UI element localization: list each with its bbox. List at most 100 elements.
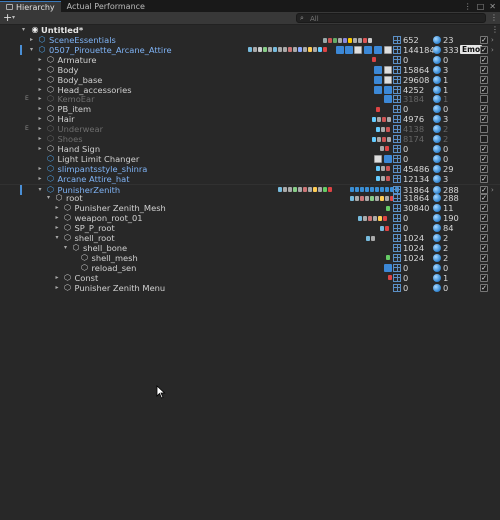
- active-checkbox[interactable]: ✓: [480, 45, 488, 54]
- hierarchy-row-slimpantsstyle-shinra[interactable]: ▸ ⬡ slimpantsstyle_shinra 45486 29 ✓: [0, 164, 500, 174]
- active-checkbox[interactable]: ✓: [480, 273, 488, 282]
- active-checkbox[interactable]: ✓: [480, 154, 488, 163]
- expand-open-icon[interactable]: ▾: [47, 193, 53, 203]
- hierarchy-row-0507-pirouette-arcane-attire[interactable]: ▾ ⬡ 0507_Pirouette_Arcane_Attire 144184 333 E…: [0, 44, 500, 55]
- active-checkbox[interactable]: ✓: [480, 214, 488, 223]
- active-checkbox[interactable]: ✓: [480, 243, 488, 252]
- expand-closed-icon[interactable]: ▸: [30, 35, 36, 45]
- hierarchy-row-hand-sign[interactable]: ▸ ⬡ Hand Sign 0 0 ✓: [0, 144, 500, 154]
- active-checkbox[interactable]: ✓: [480, 65, 488, 74]
- hierarchy-row-weapon-root-01[interactable]: ▸ ⬡ weapon_root_01 0 190 ✓: [0, 213, 500, 223]
- search-box[interactable]: ⌕: [296, 13, 486, 23]
- component-blue-icon[interactable]: [384, 85, 392, 94]
- component-blue-icon[interactable]: [384, 95, 392, 104]
- expand-closed-icon[interactable]: ▸: [39, 75, 45, 85]
- add-button[interactable]: +: [3, 12, 12, 24]
- active-checkbox[interactable]: ✓: [480, 224, 488, 233]
- active-checkbox[interactable]: ✓: [480, 204, 488, 213]
- expand-closed-icon[interactable]: ▸: [39, 55, 45, 65]
- hierarchy-row-sceneessentials[interactable]: ▸ ⬡ SceneEssentials 652 23 ✓ ›: [0, 35, 500, 45]
- expand-closed-icon[interactable]: ▸: [39, 134, 45, 144]
- active-checkbox[interactable]: ✓: [480, 115, 488, 124]
- hierarchy-row-arcane-attire-hat[interactable]: ▸ ⬡ Arcane Attire_hat 12134 3 ✓: [0, 174, 500, 184]
- active-checkbox[interactable]: ✓: [480, 174, 488, 183]
- component-doc-icon[interactable]: [354, 45, 362, 54]
- expand-closed-icon[interactable]: ▸: [39, 124, 45, 134]
- expand-closed-icon[interactable]: ▸: [39, 174, 45, 184]
- hierarchy-row-shell-bone[interactable]: ▾ ⬡ shell_bone 1024 2 ✓: [0, 243, 500, 253]
- hierarchy-row-pb-item[interactable]: ▸ ⬡ PB_item 0 0 ✓: [0, 104, 500, 114]
- expand-open-icon[interactable]: ▾: [22, 25, 28, 35]
- component-doc-icon[interactable]: [384, 65, 392, 74]
- maximize-icon[interactable]: □: [477, 2, 485, 11]
- expand-closed-icon[interactable]: ▸: [56, 283, 62, 293]
- chevron-right-icon[interactable]: ›: [491, 45, 494, 55]
- hierarchy-row-punisher-zenith-menu[interactable]: ▸ ⬡ Punisher Zenith Menu 0 0 ✓: [0, 283, 500, 293]
- expand-closed-icon[interactable]: ▸: [56, 273, 62, 283]
- component-doc-icon[interactable]: [374, 154, 382, 163]
- expand-open-icon[interactable]: ▾: [64, 243, 70, 253]
- active-checkbox[interactable]: ✓: [480, 194, 488, 203]
- active-checkbox[interactable]: ✓: [480, 85, 488, 94]
- expand-closed-icon[interactable]: ▸: [39, 114, 45, 124]
- active-checkbox[interactable]: ✓: [480, 75, 488, 84]
- chevron-down-icon[interactable]: ▾: [12, 14, 15, 21]
- hierarchy-row-shell-mesh[interactable]: ⬡ shell_mesh 1024 2 ✓: [0, 253, 500, 263]
- chevron-right-icon[interactable]: ›: [491, 35, 494, 45]
- hierarchy-row-punisherzenith[interactable]: ▾ ⬡ PunisherZenith 31864 288 ✓ ›: [0, 183, 500, 195]
- component-blue-icon[interactable]: [336, 45, 344, 54]
- close-icon[interactable]: ✕: [489, 2, 496, 11]
- scene-row[interactable]: ▾ ◉ Untitled* ⋮: [0, 25, 500, 35]
- hierarchy-row-head-accessories[interactable]: ▸ ⬡ Head_accessories 4252 1 ✓: [0, 85, 500, 95]
- active-checkbox[interactable]: ✓: [480, 283, 488, 292]
- hierarchy-row-punisher-zenith-mesh[interactable]: ▸ ⬡ Punisher Zenith_Mesh 30840 11 ✓: [0, 203, 500, 213]
- hierarchy-row-reload-sen[interactable]: ⬡ reload_sen 0 0 ✓: [0, 263, 500, 273]
- active-checkbox[interactable]: ✓: [480, 144, 488, 153]
- expand-closed-icon[interactable]: ▸: [39, 65, 45, 75]
- expand-closed-icon[interactable]: ▸: [39, 104, 45, 114]
- hierarchy-row-hair[interactable]: ▸ ⬡ Hair 4976 3 ✓: [0, 114, 500, 124]
- active-checkbox[interactable]: [480, 125, 488, 134]
- component-blue-icon[interactable]: [374, 85, 382, 94]
- hierarchy-row-light-limit-changer[interactable]: ⬡ Light Limit Changer 0 0 ✓: [0, 154, 500, 164]
- hierarchy-row-body[interactable]: ▸ ⬡ Body 15864 3 ✓: [0, 65, 500, 75]
- hierarchy-row-root[interactable]: ▾ ⬡ root 31864 288 ✓: [0, 193, 500, 203]
- scene-menu-icon[interactable]: ⋮: [491, 25, 499, 35]
- active-checkbox[interactable]: ✓: [480, 234, 488, 242]
- component-blue-icon[interactable]: [384, 154, 392, 163]
- active-checkbox[interactable]: ✓: [480, 36, 488, 44]
- kebab-menu-icon[interactable]: ⋮: [464, 2, 472, 11]
- hierarchy-row-kemoear[interactable]: E ▸ ⬡ KemoEar 3184 1: [0, 94, 500, 104]
- active-checkbox[interactable]: [480, 135, 488, 143]
- search-input[interactable]: [310, 14, 480, 23]
- component-blue-icon[interactable]: [374, 75, 382, 84]
- component-blue-icon[interactable]: [364, 45, 372, 54]
- hierarchy-row-const[interactable]: ▸ ⬡ Const 0 1 ✓: [0, 273, 500, 283]
- hierarchy-row-body-base[interactable]: ▸ ⬡ Body_base 29608 1 ✓: [0, 75, 500, 85]
- expand-closed-icon[interactable]: ▸: [39, 144, 45, 154]
- component-doc-icon[interactable]: [384, 75, 392, 84]
- component-blue-icon[interactable]: [374, 65, 382, 74]
- expand-closed-icon[interactable]: ▸: [39, 94, 45, 104]
- expand-closed-icon[interactable]: ▸: [56, 203, 62, 213]
- component-blue-icon[interactable]: [345, 45, 353, 54]
- expand-open-icon[interactable]: ▾: [56, 233, 62, 243]
- component-blue-icon[interactable]: [384, 263, 392, 272]
- active-checkbox[interactable]: ✓: [480, 55, 488, 64]
- active-checkbox[interactable]: ✓: [480, 263, 488, 272]
- active-checkbox[interactable]: ✓: [480, 253, 488, 262]
- expand-closed-icon[interactable]: ▸: [39, 85, 45, 95]
- hierarchy-row-underwear[interactable]: E ▸ ⬡ Underwear 4138 2: [0, 124, 500, 134]
- expand-closed-icon[interactable]: ▸: [56, 223, 62, 233]
- hierarchy-row-shoes[interactable]: ▸ ⬡ Shoes 8174 2: [0, 134, 500, 144]
- expand-closed-icon[interactable]: ▸: [56, 213, 62, 223]
- component-doc-icon[interactable]: [384, 45, 392, 54]
- expand-open-icon[interactable]: ▾: [30, 45, 36, 55]
- active-checkbox[interactable]: ✓: [480, 185, 488, 194]
- toolbar-menu-icon[interactable]: ⋮: [490, 13, 498, 22]
- hierarchy-row-sp-p-root[interactable]: ▸ ⬡ SP_P_root 0 84 ✓: [0, 223, 500, 233]
- expand-closed-icon[interactable]: ▸: [39, 164, 45, 174]
- active-checkbox[interactable]: [480, 95, 488, 104]
- active-checkbox[interactable]: ✓: [480, 164, 488, 173]
- hierarchy-row-armature[interactable]: ▸ ⬡ Armature 0 0 ✓: [0, 55, 500, 65]
